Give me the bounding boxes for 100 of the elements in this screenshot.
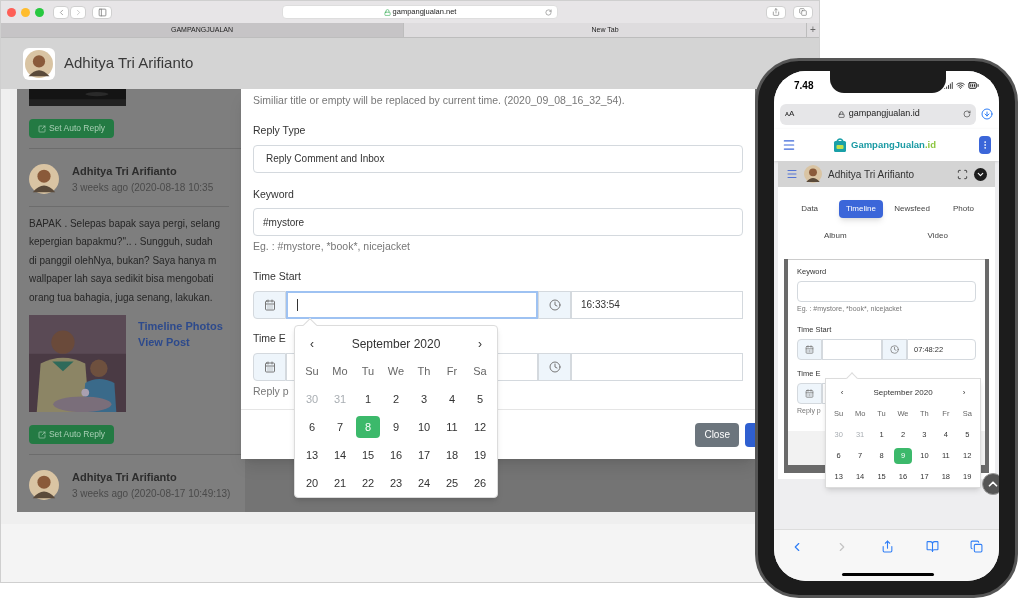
user-name: Adhitya Tri Arifianto (828, 167, 915, 182)
time-field[interactable] (571, 352, 743, 381)
profile-tab[interactable]: Photo (945, 200, 981, 218)
tabs-icon[interactable] (970, 540, 984, 553)
avatar (29, 163, 59, 194)
reply-type-select[interactable]: Reply Comment and Inbox (253, 144, 743, 173)
back-button[interactable] (53, 5, 69, 19)
brand-name: GampangJualan.id (851, 137, 936, 152)
field-label: Time E (253, 330, 286, 346)
field-hint: Reply p (253, 383, 289, 399)
date-field[interactable] (286, 290, 538, 319)
calendar-day[interactable]: 6 (300, 416, 324, 438)
weekday-label: Sa (473, 363, 487, 379)
clock-addon[interactable] (538, 352, 571, 381)
calendar-day[interactable]: 15 (356, 444, 380, 466)
weekday-label: Mo (332, 363, 348, 379)
tabs-icon (799, 8, 807, 16)
title-note: Similiar title or empty will be replaced by current time. (2020_09_08_16_32_54). (253, 93, 626, 108)
weekday-label: Su (305, 363, 319, 379)
collapse-button[interactable] (974, 167, 987, 181)
url-text: gampangjualan.id (848, 107, 920, 121)
weekday-label: Th (417, 363, 431, 379)
calendar-day[interactable]: 16 (384, 444, 408, 466)
submit-button[interactable] (745, 422, 755, 447)
minimize-window-button[interactable] (21, 7, 30, 17)
time-field[interactable]: 16:33:54 (571, 290, 743, 319)
previous-month-button[interactable]: ‹ (828, 387, 856, 399)
fullscreen-icon[interactable] (957, 168, 968, 180)
bookmarks-icon[interactable] (925, 540, 939, 553)
bag-logo-icon (832, 137, 848, 153)
calendar-day[interactable]: 10 (412, 416, 436, 438)
address-bar[interactable]: ᴀA gampangjualan.id (780, 103, 976, 125)
calendar-addon[interactable] (253, 290, 286, 319)
calendar-day[interactable]: 4 (440, 388, 464, 410)
share-button[interactable] (766, 5, 786, 19)
post-author: Adhitya Tri Arifianto (72, 470, 178, 485)
calendar-icon (805, 345, 814, 354)
next-month-button[interactable]: › (466, 335, 494, 353)
calendar-addon[interactable] (797, 339, 822, 360)
calendar-day[interactable]: 20 (300, 472, 324, 494)
zoom-window-button[interactable] (35, 7, 44, 17)
clock-addon[interactable] (882, 339, 907, 360)
menu-icon[interactable] (786, 168, 798, 180)
tabs-button[interactable] (793, 5, 813, 19)
sidebar-button[interactable] (92, 5, 112, 19)
new-tab-button[interactable]: + (807, 23, 819, 37)
clock-icon (890, 345, 899, 354)
menu-icon[interactable] (782, 138, 796, 152)
previous-month-button[interactable]: ‹ (298, 335, 326, 353)
calendar-day[interactable]: 3 (412, 388, 436, 410)
calendar-addon[interactable] (253, 352, 286, 381)
calendar-day[interactable]: 14 (328, 444, 352, 466)
field-label: Reply Type (253, 122, 307, 138)
calendar-day[interactable]: 2 (384, 388, 408, 410)
calendar-day[interactable]: 19 (468, 444, 492, 466)
profile-tab[interactable]: Newsfeed (887, 200, 937, 218)
forward-button[interactable] (70, 5, 86, 19)
calendar-day[interactable]: 23 (384, 472, 408, 494)
close-window-button[interactable] (7, 7, 16, 17)
more-button[interactable] (979, 136, 991, 154)
calendar-day[interactable]: 9 (384, 416, 408, 438)
reload-icon[interactable] (545, 8, 552, 16)
calendar-addon[interactable] (797, 383, 822, 405)
text-size-button[interactable]: ᴀA (785, 108, 795, 120)
calendar-day[interactable]: 26 (468, 472, 492, 494)
external-link-icon (37, 124, 46, 133)
battery-icon (968, 79, 979, 91)
calendar-icon (805, 389, 814, 399)
calendar-day[interactable]: 17 (412, 444, 436, 466)
calendar-day[interactable]: 11 (440, 416, 464, 438)
clock-addon[interactable] (538, 290, 571, 319)
profile-tab[interactable]: Timeline (838, 200, 883, 218)
clock-icon (548, 298, 561, 311)
calendar-day[interactable]: 21 (328, 472, 352, 494)
lock-icon (837, 110, 845, 118)
calendar-day[interactable]: 18 (440, 444, 464, 466)
keyword-field[interactable]: #mystore (253, 208, 743, 237)
calendar-day[interactable]: 13 (300, 444, 324, 466)
close-button[interactable]: Close (695, 422, 739, 447)
calendar-day[interactable]: 12 (468, 416, 492, 438)
clock-icon (548, 360, 561, 373)
calendar-day[interactable]: 24 (412, 472, 436, 494)
weekday-label: Fr (446, 363, 458, 379)
calendar-day[interactable]: 7 (328, 416, 352, 438)
calendar-day[interactable]: 1 (356, 388, 380, 410)
share-icon[interactable] (881, 540, 894, 553)
scroll-to-top-button[interactable] (982, 473, 999, 495)
profile-tab[interactable]: Video (920, 227, 955, 245)
calendar-day[interactable]: 25 (440, 472, 464, 494)
profile-tab[interactable]: Data (794, 200, 826, 218)
calendar-icon (263, 298, 276, 311)
download-icon[interactable] (981, 108, 993, 120)
keyword-field[interactable] (797, 281, 976, 303)
calendar-day[interactable]: 5 (468, 388, 492, 410)
calendar-icon (263, 360, 276, 373)
reload-icon[interactable] (963, 110, 971, 118)
next-month-button[interactable]: › (950, 387, 978, 399)
date-field[interactable] (822, 339, 882, 360)
calendar-day[interactable]: 22 (356, 472, 380, 494)
profile-tab[interactable]: Album (816, 227, 854, 245)
